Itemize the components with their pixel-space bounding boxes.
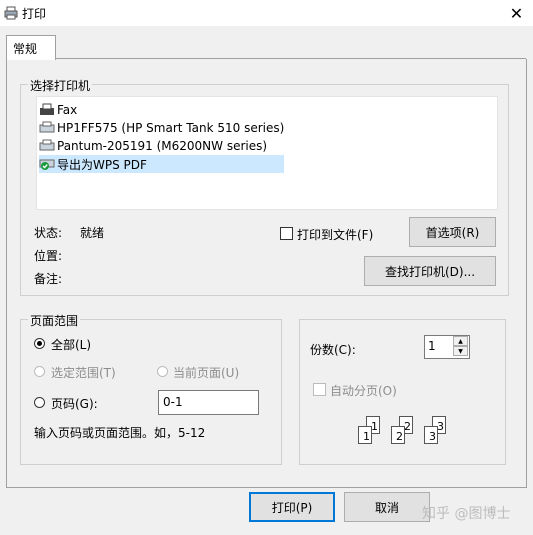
pages-input[interactable]: 0-1 [158, 390, 259, 415]
print-to-file-label[interactable]: 打印到文件(F) [297, 226, 373, 243]
collate-label[interactable]: 自动分页(O) [330, 382, 397, 399]
printer-name: Pantum-205191 (M6200NW series) [57, 139, 268, 153]
fax-icon [39, 103, 55, 117]
printer-name: 导出为WPS PDF [57, 157, 147, 172]
selection-radio[interactable] [34, 366, 45, 377]
page-number: 3 [437, 420, 444, 433]
pages-input-value: 0-1 [163, 395, 183, 409]
current-page-label[interactable]: 当前页面(U) [173, 364, 239, 381]
selection-label[interactable]: 选定范围(T) [51, 364, 116, 381]
close-button[interactable]: ✕ [500, 0, 533, 26]
printer-name: Fax [57, 103, 78, 117]
copies-increment-button[interactable]: ▲ [453, 336, 468, 346]
watermark: 知乎 @图博士 [422, 506, 511, 522]
arrow-down-icon: ▼ [458, 347, 463, 355]
pages-label[interactable]: 页码(G): [51, 395, 98, 412]
page-icon: 2 [391, 426, 405, 444]
title-bar: 打印 ✕ [0, 0, 533, 26]
pages-radio[interactable] [34, 397, 45, 408]
page-number: 2 [396, 430, 403, 443]
default-printer-icon [39, 157, 55, 171]
window-title: 打印 [22, 7, 47, 21]
list-item[interactable]: Fax [39, 101, 77, 119]
status-label: 状态: [34, 226, 63, 240]
printer-icon [39, 139, 55, 153]
page-icon: 3 [424, 426, 438, 444]
print-button[interactable]: 打印(P) [249, 492, 335, 522]
tab-general[interactable]: 常规 [6, 35, 56, 60]
arrow-up-icon: ▲ [458, 337, 463, 345]
print-to-file-checkbox[interactable] [280, 227, 293, 240]
find-printer-button[interactable]: 查找打印机(D)... [364, 256, 496, 286]
tab-general-label: 常规 [13, 42, 38, 56]
printer-list[interactable]: Fax HP1FF575 (HP Smart Tank 510 series) … [36, 96, 498, 210]
page-icon: 1 [358, 426, 372, 444]
copies-value: 1 [428, 339, 436, 353]
list-item[interactable]: Pantum-205191 (M6200NW series) [39, 137, 267, 155]
preferences-button[interactable]: 首选项(R) [409, 217, 496, 247]
copies-input[interactable]: 1 ▲ ▼ [424, 335, 470, 359]
page-range-label: 页面范围 [28, 312, 81, 329]
copies-label: 份数(C): [310, 343, 356, 357]
location-label: 位置: [34, 249, 63, 263]
printer-name: HP1FF575 (HP Smart Tank 510 series) [57, 121, 285, 135]
status-value: 就绪 [80, 226, 105, 240]
close-icon: ✕ [509, 3, 524, 23]
page-number: 3 [429, 430, 436, 443]
current-page-radio[interactable] [157, 366, 168, 377]
page-range-hint: 输入页码或页面范围。如，5-12 [34, 426, 206, 440]
collate-illustration: 1 1 2 2 3 3 [356, 414, 456, 448]
all-pages-label[interactable]: 全部(L) [51, 336, 91, 353]
collate-checkbox[interactable] [313, 383, 326, 396]
list-item[interactable]: 导出为WPS PDF [39, 155, 284, 173]
page-number: 2 [404, 420, 411, 433]
printer-group-label: 选择打印机 [28, 77, 93, 94]
list-item[interactable]: HP1FF575 (HP Smart Tank 510 series) [39, 119, 284, 137]
radio-selected-dot [37, 341, 42, 346]
copies-decrement-button[interactable]: ▼ [453, 346, 468, 356]
printer-icon [4, 6, 18, 20]
cancel-button[interactable]: 取消 [344, 492, 430, 522]
comment-label: 备注: [34, 272, 63, 286]
page-number: 1 [371, 420, 378, 433]
page-number: 1 [363, 430, 370, 443]
printer-icon [39, 121, 55, 135]
all-pages-radio[interactable] [34, 338, 45, 349]
